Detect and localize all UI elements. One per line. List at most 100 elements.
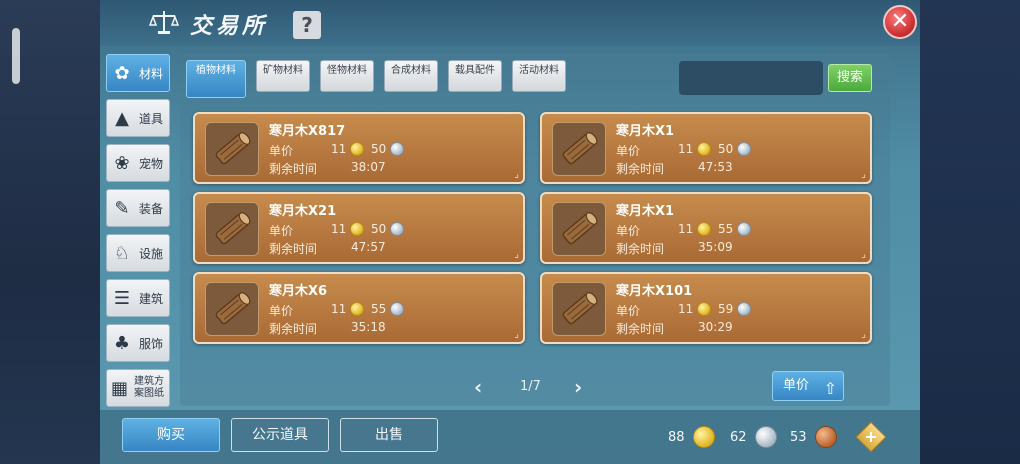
listing-card[interactable]: 寒月木X1 单价 11 50 剩余时间 47:53 ⌟ [540,112,872,184]
remaining-time-label: 剩余时间 [616,242,665,256]
sidebar-item-label: 装备 [139,201,164,216]
listing-card[interactable]: 寒月木X101 单价 11 59 剩余时间 30:29 ⌟ [540,272,872,344]
sidebar-item-pets[interactable]: ❀ 宠物 [106,144,170,182]
item-name: 寒月木X1 [616,124,675,139]
ore-icon: ✿ [114,62,130,84]
search-button[interactable]: 搜索 [828,64,872,92]
tab-monster-materials[interactable]: 怪物材料 [320,60,374,92]
corner-ornament-icon: ⌟ [861,329,866,340]
corner-ornament-icon: ⌟ [861,249,866,260]
close-button[interactable]: ✕ [883,5,917,39]
silver-coin-icon [390,302,405,316]
sidebar-item-materials[interactable]: ✿ 材料 [106,54,170,92]
silver-coin-icon [737,302,752,316]
gold-price: 11 [331,222,365,236]
sidebar-item-label: 设施 [139,246,164,261]
next-page-button[interactable]: › [574,375,582,399]
gold-coin-icon [350,302,365,316]
unit-price-label: 单价 [269,224,294,238]
gold-amount: 11 [331,222,347,236]
sidebar-item-props[interactable]: ▲ 道具 [106,99,170,137]
sidebar-item-label: 道具 [139,111,164,126]
sell-button[interactable]: 出售 [340,418,438,452]
building-icon: ☰ [113,287,131,309]
item-name: 寒月木X1 [616,204,675,219]
gold-amount: 11 [678,302,694,316]
wood-log-icon [205,122,259,176]
sidebar-item-blueprints[interactable]: ▦ 建筑方案图纸 [106,369,170,407]
sort-by-price-button[interactable]: 单价 ⇧ [772,371,844,401]
sidebar-item-label: 宠物 [139,156,164,171]
item-name: 寒月木X101 [616,284,693,299]
listing-card[interactable]: 寒月木X6 单价 11 55 剩余时间 35:18 ⌟ [193,272,525,344]
listing-card[interactable]: 寒月木X817 单价 11 50 剩余时间 38:07 ⌟ [193,112,525,184]
sidebar-item-label: 材料 [139,66,164,81]
unit-price-label: 单价 [269,304,294,318]
sort-arrow-icon: ⇧ [823,379,837,398]
remaining-time: 35:18 [351,320,386,334]
sidebar-item-facilities[interactable]: ♘ 设施 [106,234,170,272]
silver-price: 50 [371,142,405,156]
silver-coin-icon [390,142,405,156]
silver-coin-icon [754,426,777,448]
copper-balance: 53 [790,426,837,448]
sidebar-item-equipment[interactable]: ✎ 装备 [106,189,170,227]
wood-log-icon [552,282,606,336]
clothes-icon: ♣ [113,332,131,354]
gold-amount: 11 [678,222,694,236]
unit-price-label: 单价 [616,144,641,158]
silver-amount: 55 [718,222,734,236]
gold-coin-icon [692,426,715,448]
copper-coin-icon [814,426,837,448]
corner-ornament-icon: ⌟ [514,169,519,180]
silver-balance: 62 [730,426,777,448]
tab-plant-materials[interactable]: 植物材料 [186,60,246,98]
tab-mineral-materials[interactable]: 矿物材料 [256,60,310,92]
silver-price: 55 [718,222,752,236]
page-indicator: 1/7 [520,379,541,394]
gold-coin-icon [350,222,365,236]
page-title: 交易所 [190,14,269,39]
help-button[interactable]: ? [293,11,321,39]
copper-balance-amount: 53 [790,429,807,445]
search-input[interactable] [679,61,823,95]
tab-event-materials[interactable]: 活动材料 [512,60,566,92]
silver-coin-icon [390,222,405,236]
gold-coin-icon [697,302,712,316]
gold-price: 11 [678,302,712,316]
gold-price: 11 [331,142,365,156]
gold-price: 11 [678,222,712,236]
item-name: 寒月木X21 [269,204,337,219]
plus-icon: + [864,427,878,446]
silver-amount: 50 [371,142,387,156]
remaining-time-label: 剩余时间 [269,162,318,176]
gold-balance-amount: 88 [668,429,685,445]
listing-card[interactable]: 寒月木X21 单价 11 50 剩余时间 47:57 ⌟ [193,192,525,264]
buy-button[interactable]: 购买 [122,418,220,452]
silver-coin-icon [737,142,752,156]
remaining-time: 47:53 [698,160,733,174]
gold-balance: 88 [668,426,715,448]
paw-icon: ❀ [114,152,130,174]
remaining-time-label: 剩余时间 [616,162,665,176]
category-sidebar: ✿ 材料 ▲ 道具 ❀ 宠物 ✎ 装备 ♘ 设施 ☰ 建筑 ♣ 服饰 ▦ 建筑方 [106,54,172,414]
silver-price: 50 [371,222,405,236]
sidebar-item-buildings[interactable]: ☰ 建筑 [106,279,170,317]
side-drawer-handle[interactable] [12,28,20,84]
gold-coin-icon [697,222,712,236]
subcategory-tabs: 植物材料 矿物材料 怪物材料 合成材料 载具配件 活动材料 [186,60,576,98]
armor-icon: ✎ [114,197,130,219]
scale-icon [148,11,180,34]
sidebar-item-clothing[interactable]: ♣ 服饰 [106,324,170,362]
remaining-time: 30:29 [698,320,733,334]
potion-icon: ▲ [115,107,129,129]
prev-page-button[interactable]: ‹ [474,375,482,399]
corner-ornament-icon: ⌟ [514,249,519,260]
public-items-button[interactable]: 公示道具 [231,418,329,452]
gold-coin-icon [697,142,712,156]
listing-card[interactable]: 寒月木X1 单价 11 55 剩余时间 35:09 ⌟ [540,192,872,264]
remaining-time-label: 剩余时间 [616,322,665,336]
tab-vehicle-parts[interactable]: 载具配件 [448,60,502,92]
tab-crafted-materials[interactable]: 合成材料 [384,60,438,92]
silver-price: 50 [718,142,752,156]
